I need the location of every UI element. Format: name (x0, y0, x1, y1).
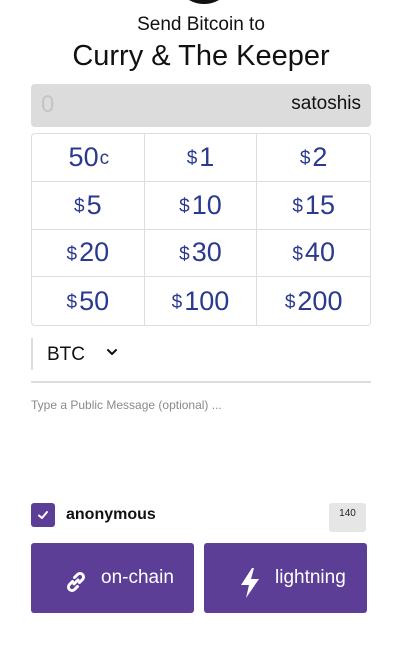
currency-prefix: $ (179, 243, 190, 265)
anonymous-checkbox[interactable] (31, 503, 55, 527)
lightning-bolt-icon (241, 568, 259, 598)
lightning-button[interactable]: lightning (204, 543, 367, 613)
checkmark-icon (38, 511, 48, 519)
anonymous-label: anonymous (66, 506, 156, 523)
preset-button-1[interactable]: $1 (144, 134, 258, 182)
preset-button-2[interactable]: $2 (257, 134, 370, 182)
currency-prefix: $ (171, 292, 183, 314)
preset-value: 10 (191, 189, 222, 220)
currency-prefix: $ (66, 243, 78, 265)
preset-button-100[interactable]: $100 (145, 277, 258, 325)
link-icon (66, 571, 86, 593)
amount-input[interactable] (41, 90, 241, 120)
currency-prefix: $ (74, 196, 85, 218)
recipient-name: Curry & The Keeper (72, 40, 330, 72)
character-counter: 140 (329, 503, 366, 532)
preset-value: 30 (191, 237, 222, 268)
preset-button-200[interactable]: $200 (257, 277, 370, 325)
currency-prefix: $ (179, 196, 190, 218)
preset-value: 50 (79, 285, 110, 316)
preset-button-30[interactable]: $30 (144, 229, 258, 278)
chevron-down-icon (107, 349, 117, 355)
divider (31, 381, 371, 383)
currency-prefix: $ (66, 292, 78, 314)
preset-button-5[interactable]: $5 (32, 181, 145, 230)
preset-value: 1 (199, 141, 215, 172)
public-message-input[interactable] (31, 398, 371, 478)
currency-prefix: $ (284, 292, 296, 314)
preset-value: 5 (86, 189, 102, 220)
amount-unit-label: satoshis (291, 93, 361, 114)
avatar (174, 0, 234, 4)
on-chain-label: on-chain (101, 567, 174, 588)
currency-prefix: $ (186, 148, 198, 170)
preset-value: 200 (297, 285, 343, 316)
preset-button-15[interactable]: $15 (257, 182, 370, 230)
preset-value: 40 (304, 237, 335, 268)
preset-button-20[interactable]: $20 (32, 229, 145, 278)
on-chain-button[interactable]: on-chain (31, 543, 194, 613)
currency-prefix: $ (299, 148, 311, 170)
currency-select[interactable]: BTC (31, 338, 131, 370)
currency-selected-value: BTC (47, 344, 85, 365)
preset-button-40[interactable]: $40 (257, 230, 370, 278)
amount-field: satoshis (31, 84, 371, 127)
currency-prefix: $ (292, 196, 303, 218)
send-title: Send Bitcoin to (137, 14, 265, 35)
preset-button-10[interactable]: $10 (144, 181, 258, 230)
preset-value: 20 (79, 237, 110, 268)
currency-prefix: $ (292, 243, 303, 265)
currency-suffix: c (99, 148, 110, 170)
preset-button-50c[interactable]: 50 c (32, 134, 145, 182)
preset-button-50[interactable]: $50 (32, 277, 145, 325)
preset-value: 50 (68, 141, 99, 172)
preset-amount-grid: 50 c $1 $2 $5 $10 $15 $20 $30 $40 $50 $10… (31, 133, 371, 326)
lightning-label: lightning (275, 567, 346, 588)
preset-value: 2 (312, 141, 328, 172)
preset-value: 15 (304, 189, 335, 220)
preset-value: 100 (184, 285, 230, 316)
